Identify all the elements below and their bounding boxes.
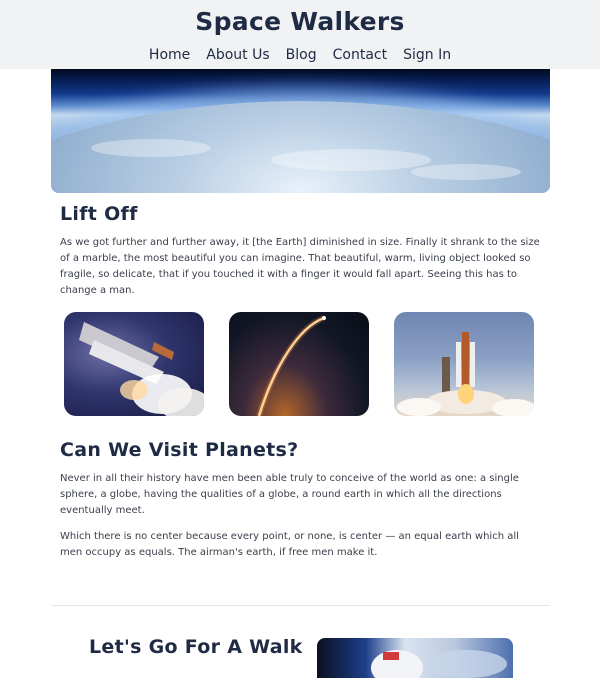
nav-sign-in-link[interactable]: Sign In <box>403 47 451 63</box>
visit-planets-heading: Can We Visit Planets? <box>60 439 299 461</box>
lift-off-paragraph: As we got further and further away, it [… <box>60 237 540 296</box>
rocket-launch-trail-image <box>229 312 369 416</box>
space-shuttle-boosters-image <box>64 312 204 416</box>
nav-about-us-link[interactable]: About Us <box>206 47 269 63</box>
main-nav: Home About Us Blog Contact Sign In <box>149 47 451 63</box>
visit-paragraph-1: Never in all their history have men been… <box>60 473 519 516</box>
cloud-shape <box>271 149 431 171</box>
walk-section: Let's Go For A Walk <box>0 606 600 678</box>
cloud-shape <box>411 164 521 180</box>
shuttle-launch-pad-image <box>394 312 534 416</box>
image-gallery <box>64 312 540 416</box>
visit-paragraph-2: Which there is no center because every p… <box>60 531 519 558</box>
nav-home-link[interactable]: Home <box>149 47 190 63</box>
nav-blog-link[interactable]: Blog <box>286 47 317 63</box>
site-header: Space Walkers Home About Us Blog Contact… <box>0 0 600 69</box>
walk-heading: Let's Go For A Walk <box>89 636 303 658</box>
nav-contact-link[interactable]: Contact <box>333 47 387 63</box>
site-title: Space Walkers <box>195 7 405 36</box>
main-content: Lift Off As we got further and further a… <box>0 203 600 561</box>
cloud-shape <box>91 139 211 157</box>
hero-earth-image <box>51 69 550 193</box>
spacewalk-image <box>317 638 513 678</box>
lift-off-heading: Lift Off <box>60 203 138 225</box>
